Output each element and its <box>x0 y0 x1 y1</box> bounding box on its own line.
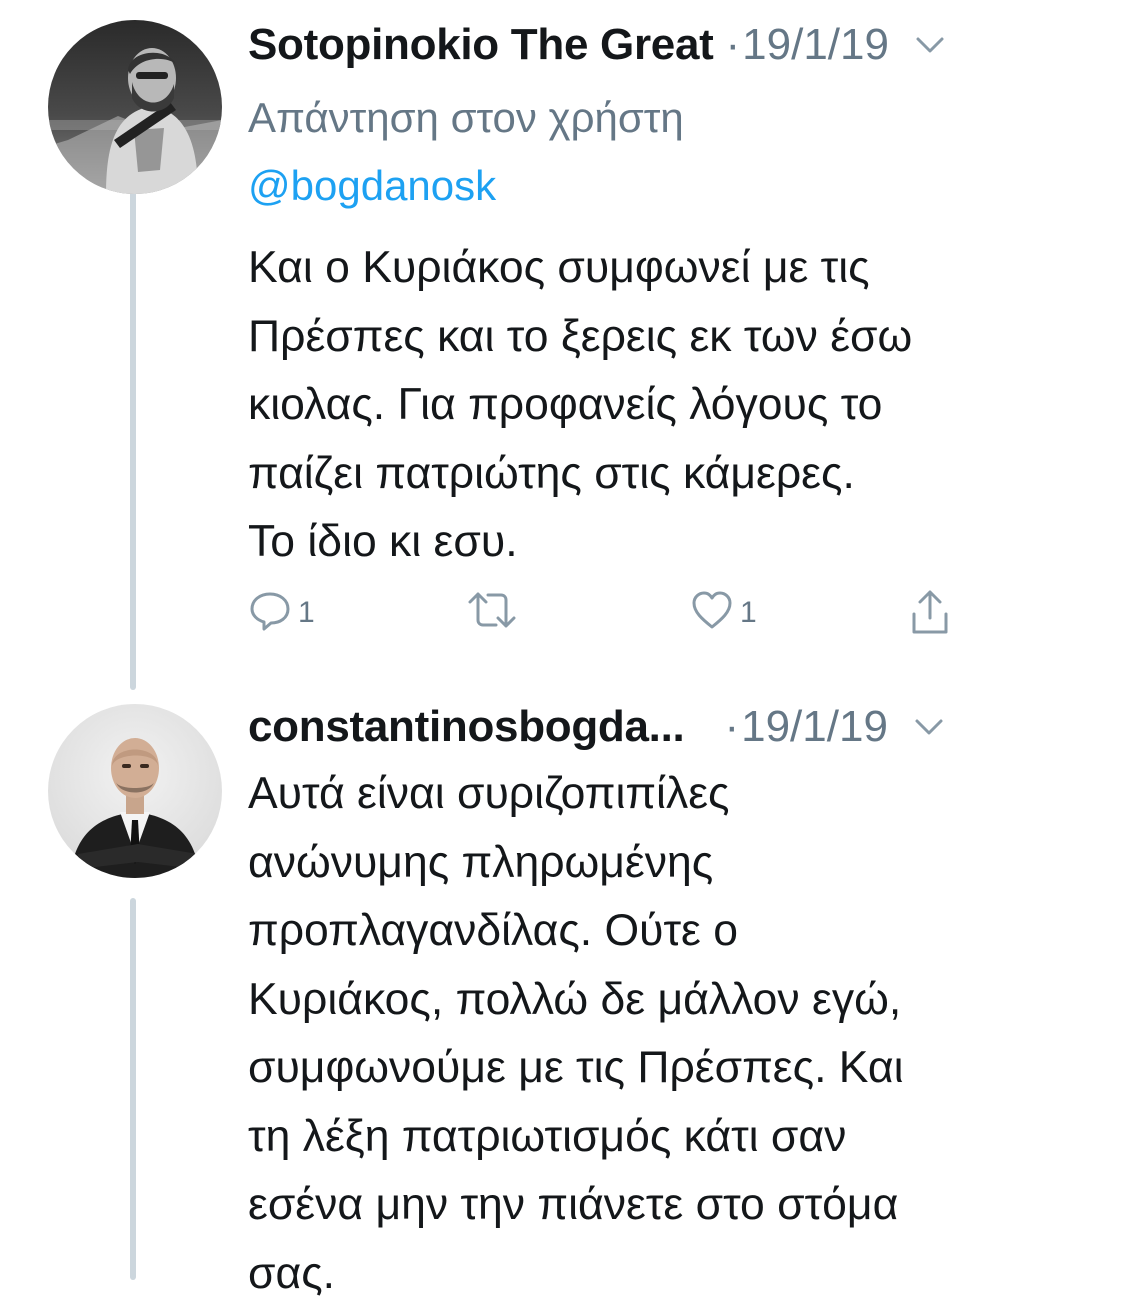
avatar[interactable] <box>48 704 222 878</box>
reply-button[interactable]: 1 <box>248 588 315 637</box>
reply-prefix: Απάντηση στον χρήστη <box>248 94 684 141</box>
timestamp[interactable]: 19/1/19 <box>742 20 889 70</box>
reply-icon <box>248 588 292 637</box>
chevron-down-icon[interactable] <box>914 718 944 736</box>
tweet-actions: 1 1 <box>248 588 968 638</box>
author-name[interactable]: Sotopinokio The Great <box>248 20 714 70</box>
tweet-header: constantinosbogda... · 19/1/19 <box>248 698 1085 756</box>
author-name[interactable]: constantinosbogda... <box>248 702 685 752</box>
like-button[interactable]: 1 <box>690 588 757 637</box>
avatar[interactable] <box>48 20 222 194</box>
share-icon <box>908 588 952 641</box>
like-count: 1 <box>740 595 757 629</box>
like-icon <box>690 588 734 637</box>
retweet-button[interactable] <box>466 588 524 637</box>
reply-handle-link[interactable]: @bogdanosk <box>248 152 868 220</box>
tweet-text: Αυτά είναι συριζοπιπίλες ανώνυμης πληρωμ… <box>248 769 904 1298</box>
retweet-icon <box>466 588 518 637</box>
chevron-down-icon[interactable] <box>915 36 945 54</box>
tweet-text: Και ο Κυριάκος συμφωνεί με τις Πρέσπες κ… <box>248 243 913 566</box>
share-button[interactable] <box>908 588 952 641</box>
reply-count: 1 <box>298 595 315 629</box>
separator-dot: · <box>725 20 741 69</box>
timestamp[interactable]: 19/1/19 <box>741 702 888 752</box>
thread-line <box>130 182 136 690</box>
separator-dot: · <box>724 702 740 751</box>
tweet-header: Sotopinokio The Great · 19/1/19 <box>248 16 1085 74</box>
thread-line <box>130 898 136 1280</box>
reply-context: Απάντηση στον χρήστη @bogdanosk <box>248 84 868 220</box>
